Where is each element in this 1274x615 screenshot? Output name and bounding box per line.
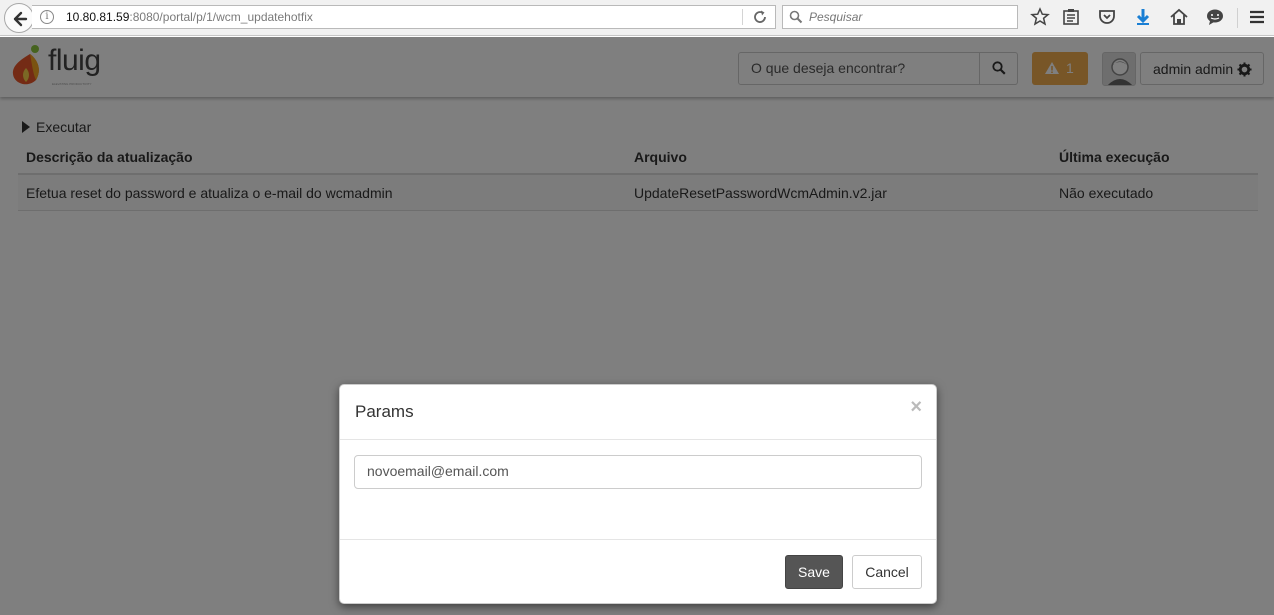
magnifier-icon — [789, 10, 803, 24]
chat-icon[interactable] — [1205, 7, 1225, 27]
divider — [742, 9, 743, 25]
back-arrow-icon — [13, 11, 28, 27]
toolbar-divider — [1237, 8, 1238, 28]
reading-list-icon[interactable] — [1061, 7, 1081, 27]
download-icon[interactable] — [1133, 7, 1153, 27]
address-bar[interactable]: i 10.80.81.59:8080/portal/p/1/wcm_update… — [32, 5, 776, 29]
home-icon[interactable] — [1169, 7, 1189, 27]
modal-footer: Save Cancel — [340, 539, 936, 604]
modal-title: Params — [355, 402, 414, 421]
email-field[interactable]: novoemail@email.com — [354, 455, 922, 489]
modal-body: novoemail@email.com — [340, 440, 936, 539]
url-text: 10.80.81.59:8080/portal/p/1/wcm_updateho… — [66, 10, 313, 24]
back-button[interactable] — [4, 3, 34, 33]
pocket-icon[interactable] — [1097, 7, 1117, 27]
hamburger-menu-icon[interactable] — [1247, 7, 1267, 27]
params-modal: Params × novoemail@email.com Save Cancel — [339, 384, 937, 604]
browser-toolbar: i 10.80.81.59:8080/portal/p/1/wcm_update… — [0, 0, 1274, 36]
browser-search-placeholder: Pesquisar — [809, 10, 863, 24]
info-icon[interactable]: i — [40, 10, 54, 24]
browser-search-input[interactable]: Pesquisar — [782, 5, 1018, 29]
save-button[interactable]: Save — [785, 555, 843, 589]
bookmark-star-icon[interactable] — [1030, 7, 1050, 27]
cancel-button[interactable]: Cancel — [852, 555, 922, 589]
reload-icon[interactable] — [752, 9, 768, 25]
close-icon[interactable]: × — [910, 397, 922, 417]
modal-header: Params × — [340, 385, 936, 440]
